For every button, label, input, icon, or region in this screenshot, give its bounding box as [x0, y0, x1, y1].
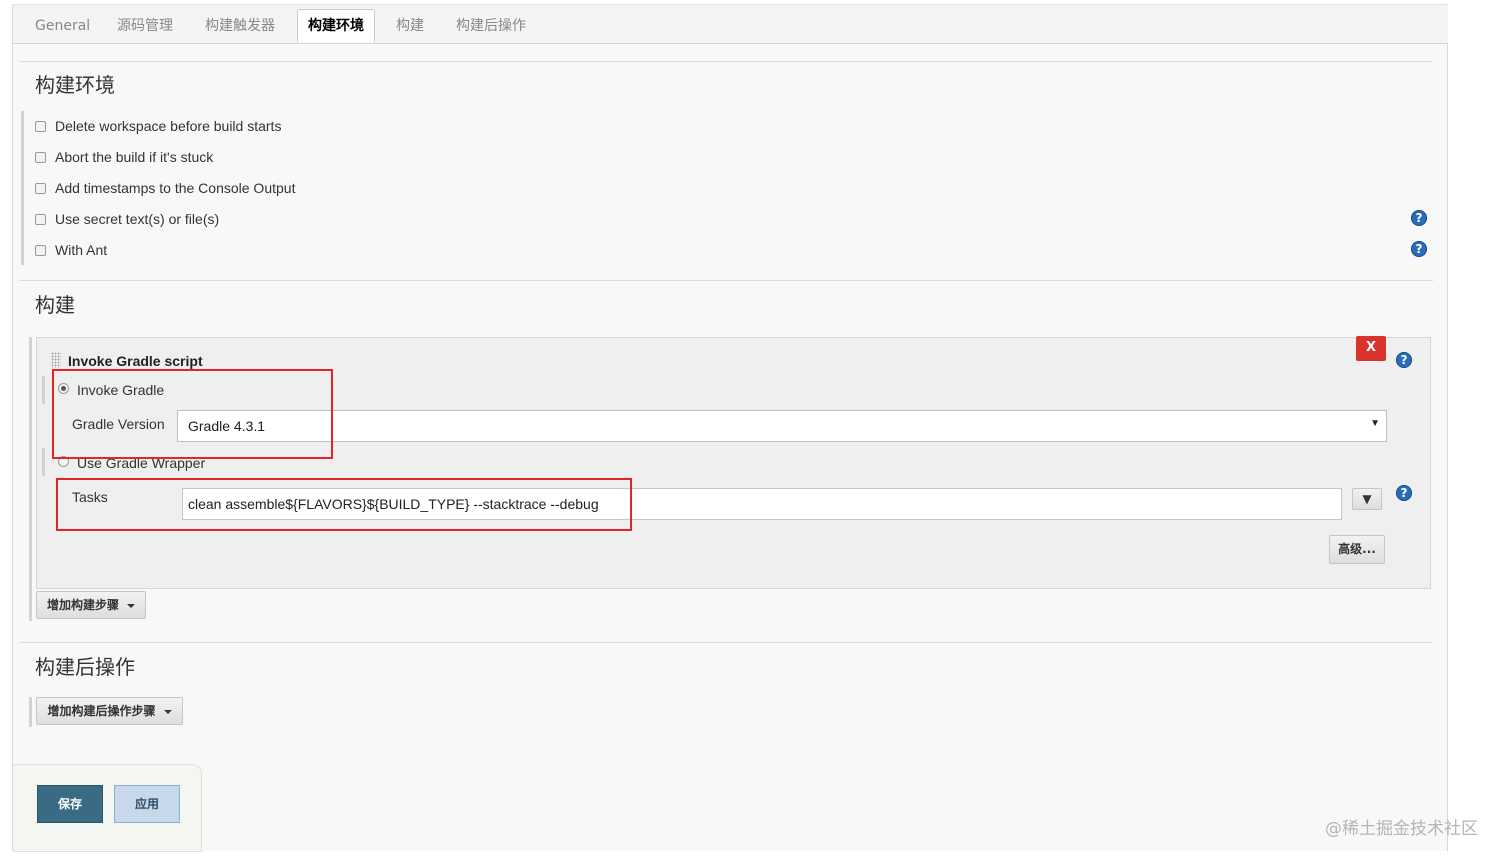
- option-with-ant[interactable]: With Ant: [35, 240, 107, 260]
- tab-general[interactable]: General: [35, 11, 90, 42]
- section-title-build: 构建: [35, 293, 75, 317]
- divider: [19, 61, 1433, 62]
- help-icon[interactable]: ?: [1411, 241, 1427, 257]
- config-tab-bar: General 源码管理 构建触发器 构建环境 构建 构建后操作: [13, 5, 1448, 44]
- chevron-down-icon: ▼: [1370, 418, 1380, 429]
- gradle-version-select[interactable]: Gradle 4.3.1 ▼: [177, 410, 1387, 442]
- job-config-panel: General 源码管理 构建触发器 构建环境 构建 构建后操作 构建环境 De…: [12, 4, 1448, 852]
- add-post-build-step-label: 增加构建后操作步骤: [47, 704, 156, 718]
- option-indent-bar: [42, 448, 45, 476]
- caret-down-icon: [127, 603, 135, 608]
- option-label: Abort the build if it's stuck: [55, 149, 214, 165]
- checkbox[interactable]: [35, 120, 46, 132]
- add-build-step-button[interactable]: 增加构建步骤: [36, 591, 146, 619]
- expand-tasks-button[interactable]: ▼: [1352, 488, 1382, 510]
- build-step-gradle: Invoke Gradle script X ? Invoke Gradle G…: [36, 336, 1431, 589]
- tab-build-triggers[interactable]: 构建触发器: [205, 11, 275, 42]
- save-button[interactable]: 保存: [37, 785, 103, 823]
- option-label: Use secret text(s) or file(s): [55, 211, 220, 227]
- checkbox[interactable]: [35, 182, 46, 194]
- tab-source-management[interactable]: 源码管理: [117, 11, 173, 42]
- delete-step-button[interactable]: X: [1356, 336, 1386, 361]
- tab-build[interactable]: 构建: [396, 11, 424, 42]
- section-indent-bar: [29, 697, 32, 727]
- divider: [19, 642, 1433, 643]
- highlight-box: [56, 478, 632, 531]
- drag-handle-icon[interactable]: [51, 352, 61, 368]
- apply-button[interactable]: 应用: [114, 785, 180, 823]
- add-build-step-label: 增加构建步骤: [46, 598, 119, 612]
- option-indent-bar: [42, 376, 45, 404]
- option-abort-if-stuck[interactable]: Abort the build if it's stuck: [35, 147, 213, 167]
- highlight-box: [52, 369, 333, 459]
- divider: [19, 280, 1433, 281]
- section-title-post-build: 构建后操作: [35, 655, 135, 679]
- watermark: @稀土掘金技术社区: [1325, 819, 1478, 839]
- option-delete-workspace[interactable]: Delete workspace before build starts: [35, 116, 281, 136]
- help-icon[interactable]: ?: [1411, 210, 1427, 226]
- add-post-build-step-button[interactable]: 增加构建后操作步骤: [36, 697, 183, 725]
- checkbox[interactable]: [35, 151, 46, 163]
- section-indent-bar: [21, 111, 24, 265]
- bottom-sticker: 保存 应用: [13, 764, 202, 852]
- option-add-timestamps[interactable]: Add timestamps to the Console Output: [35, 178, 295, 198]
- option-label: Delete workspace before build starts: [55, 118, 282, 134]
- checkbox[interactable]: [35, 244, 46, 256]
- checkbox[interactable]: [35, 213, 46, 225]
- advanced-button[interactable]: 高级...: [1329, 535, 1385, 564]
- section-title-build-environment: 构建环境: [35, 73, 115, 97]
- option-label: With Ant: [55, 242, 108, 258]
- option-label: Add timestamps to the Console Output: [55, 180, 296, 196]
- section-indent-bar: [29, 337, 32, 621]
- tab-build-environment[interactable]: 构建环境: [297, 9, 375, 43]
- help-icon[interactable]: ?: [1396, 485, 1412, 501]
- option-use-secret[interactable]: Use secret text(s) or file(s): [35, 209, 219, 229]
- build-step-title: Invoke Gradle script: [68, 353, 203, 369]
- tab-post-build[interactable]: 构建后操作: [456, 11, 526, 42]
- help-icon[interactable]: ?: [1396, 352, 1412, 368]
- caret-down-icon: [163, 709, 172, 714]
